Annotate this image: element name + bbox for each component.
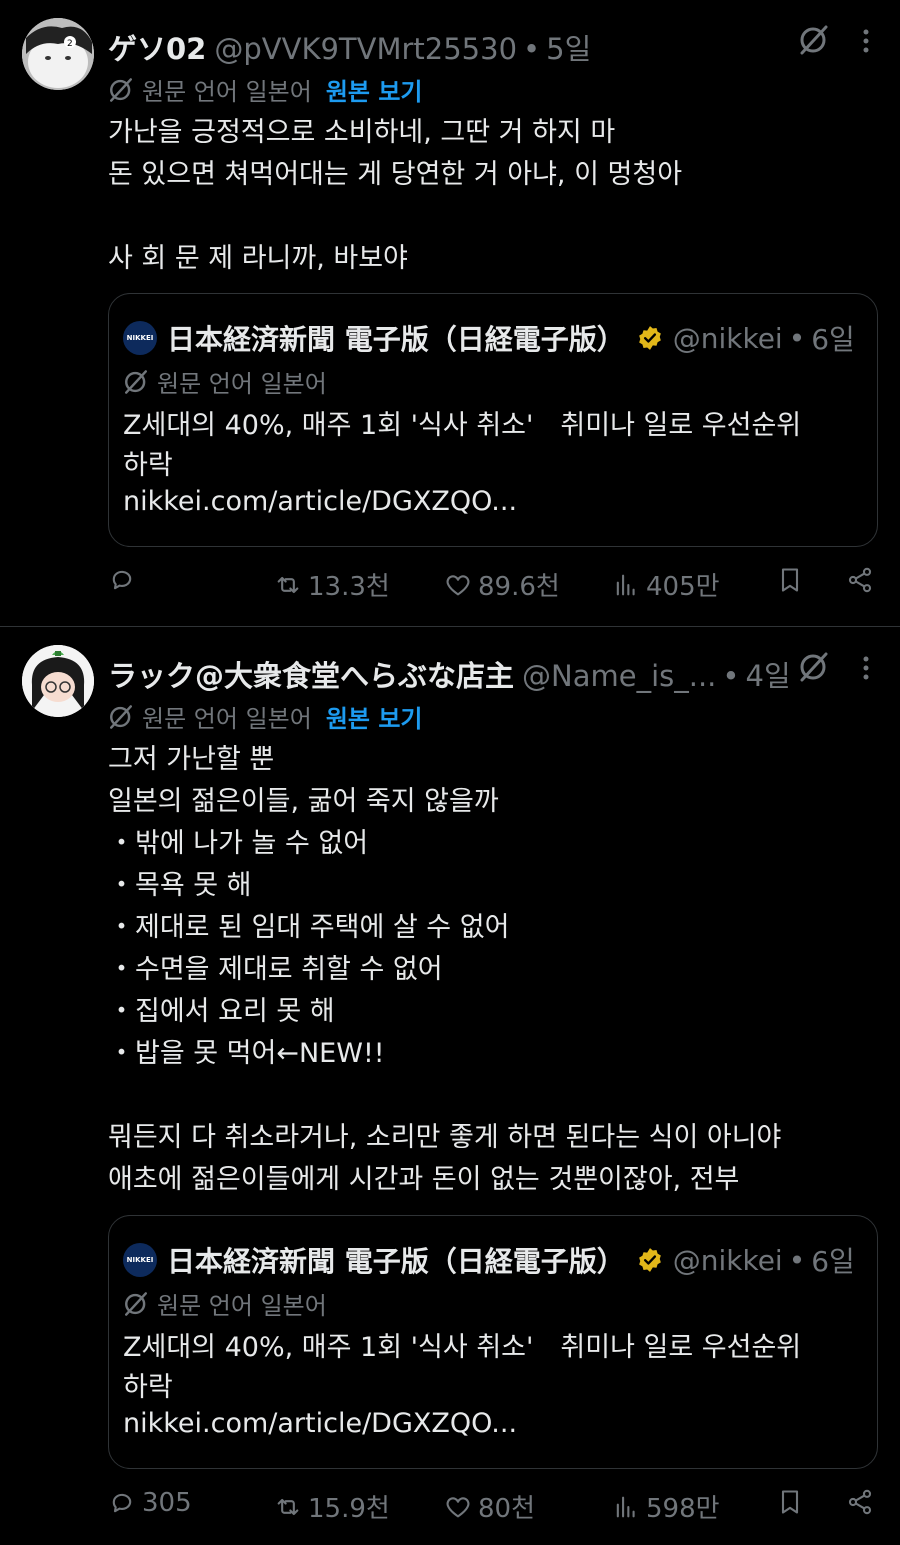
quote-handle: @nikkei	[672, 321, 783, 355]
like-count: 89.6천	[478, 572, 560, 602]
tweet-text: 그저 가난할 뿐 일본의 젊은이들, 굶어 죽지 않을까 ・밖에 나가 놀 수 …	[108, 744, 782, 1195]
bookmark-button[interactable]	[776, 1488, 804, 1516]
share-icon	[848, 567, 872, 593]
view-count: 405만	[646, 572, 720, 602]
share-button[interactable]	[846, 1488, 874, 1516]
quote-avatar: NIKKEI	[123, 1243, 157, 1277]
heart-icon	[446, 574, 470, 595]
translate-icon	[125, 369, 147, 394]
more-options-icon[interactable]	[856, 26, 876, 56]
reply-count: 305	[142, 1488, 192, 1518]
quote-translation-label: 원문 언어 일본어	[157, 1292, 327, 1320]
action-bar: 305 15.9천 80천 598만	[108, 1488, 878, 1528]
tweet[interactable]: 2 ゲソ02 @pVVK9TVMrt25530 • 5일 원문 언어 일본어 원…	[0, 0, 900, 627]
author-name[interactable]: ラック@大衆食堂へらぶな店主	[108, 653, 514, 695]
separator-dot: •	[722, 659, 740, 693]
translation-bar: 원문 언어 일본어 원본 보기	[108, 699, 423, 734]
quote-timestamp: 6일	[811, 1245, 855, 1278]
quote-link[interactable]: nikkei.com/article/DGXZQO...	[123, 486, 517, 517]
translation-label: 원문 언어 일본어	[142, 705, 312, 733]
quote-header: NIKKEI 日本経済新聞 電子版（日経電子版） @nikkei • 6일	[123, 318, 855, 358]
repost-icon	[277, 1498, 299, 1515]
tweet[interactable]: ラック@大衆食堂へらぶな店主 @Name_is_... • 4일 원문 언어 일…	[0, 627, 900, 1545]
verified-badge-icon	[638, 1248, 661, 1272]
separator-dot: •	[788, 321, 806, 355]
anime-character-icon	[22, 645, 94, 717]
separator-dot: •	[788, 1243, 806, 1277]
author-handle[interactable]: @Name_is_...	[522, 659, 716, 693]
reply-icon	[112, 570, 132, 590]
translate-icon	[125, 1291, 147, 1316]
tweet-header: ゲソ02 @pVVK9TVMrt25530 • 5일	[108, 26, 591, 68]
quote-author-name: 日本経済新聞 電子版（日経電子版）	[167, 1245, 625, 1278]
repost-count: 15.9천	[308, 1494, 390, 1524]
quoted-tweet[interactable]: NIKKEI 日本経済新聞 電子版（日経電子版） @nikkei • 6일 원문…	[108, 293, 878, 547]
avatar[interactable]: 2	[22, 18, 94, 90]
tweet-header: ラック@大衆食堂へらぶな店主 @Name_is_... • 4일	[108, 653, 791, 695]
tweet-text: 가난을 긍정적으로 소비하네, 그딴 거 하지 마 돈 있으면 쳐먹어대는 게 …	[108, 117, 683, 274]
bookmark-icon	[781, 1490, 799, 1514]
reply-icon	[112, 1493, 132, 1513]
author-handle[interactable]: @pVVK9TVMrt25530	[214, 32, 517, 66]
view-original-link[interactable]: 원본 보기	[326, 699, 423, 734]
quote-timestamp: 6일	[811, 323, 855, 356]
timestamp[interactable]: 5일	[546, 26, 591, 68]
quote-avatar-text: NIKKEI	[126, 334, 154, 342]
repost-count: 13.3천	[308, 572, 390, 602]
verified-badge-icon	[638, 326, 661, 350]
reply-button[interactable]	[108, 566, 142, 594]
quote-text: Z세대의 40%, 매주 1회 '식사 취소' 취미나 일로 우선순위 하락	[123, 1332, 802, 1403]
repost-button[interactable]: 13.3천	[274, 566, 390, 603]
translate-icon	[110, 704, 132, 729]
quote-handle: @nikkei	[672, 1243, 783, 1277]
views-button[interactable]: 405만	[612, 566, 720, 603]
quote-translation-bar: 원문 언어 일본어	[123, 1286, 327, 1321]
quote-author-name: 日本経済新聞 電子版（日経電子版）	[167, 323, 625, 356]
repost-button[interactable]: 15.9천	[274, 1488, 390, 1525]
like-button[interactable]: 80천	[444, 1488, 535, 1525]
views-chart-icon	[616, 1496, 635, 1517]
quote-translation-bar: 원문 언어 일본어	[123, 364, 327, 399]
grok-icon[interactable]	[798, 24, 830, 56]
quote-link[interactable]: nikkei.com/article/DGXZQO...	[123, 1408, 517, 1439]
heart-icon	[446, 1496, 470, 1517]
quoted-tweet[interactable]: NIKKEI 日本経済新聞 電子版（日経電子版） @nikkei • 6일 원문…	[108, 1215, 878, 1469]
quote-text: Z세대의 40%, 매주 1회 '식사 취소' 취미나 일로 우선순위 하락	[123, 410, 802, 481]
quote-header: NIKKEI 日本経済新聞 電子版（日経電子版） @nikkei • 6일	[123, 1240, 855, 1280]
bookmark-button[interactable]	[776, 566, 804, 594]
cat-photo-icon: 2	[22, 18, 94, 90]
views-chart-icon	[616, 574, 635, 595]
translation-bar: 원문 언어 일본어 원본 보기	[108, 72, 423, 107]
view-count: 598만	[646, 1494, 720, 1524]
quote-avatar: NIKKEI	[123, 321, 157, 355]
author-name[interactable]: ゲソ02	[108, 26, 206, 68]
like-button[interactable]: 89.6천	[444, 566, 560, 603]
translation-label: 원문 언어 일본어	[142, 78, 312, 106]
more-options-icon[interactable]	[856, 653, 876, 683]
grok-icon[interactable]	[798, 651, 830, 683]
timestamp[interactable]: 4일	[746, 653, 791, 695]
view-original-link[interactable]: 원본 보기	[326, 72, 423, 107]
share-button[interactable]	[846, 566, 874, 594]
like-count: 80천	[478, 1494, 536, 1524]
translate-icon	[110, 77, 132, 102]
svg-text:2: 2	[67, 39, 73, 49]
action-bar: 13.3천 89.6천 405만	[108, 566, 878, 606]
quote-translation-label: 원문 언어 일본어	[157, 370, 327, 398]
repost-icon	[277, 576, 299, 593]
quote-avatar-text: NIKKEI	[126, 1256, 154, 1264]
views-button[interactable]: 598만	[612, 1488, 720, 1525]
reply-button[interactable]: 305	[108, 1488, 192, 1518]
bookmark-icon	[781, 568, 799, 592]
separator-dot: •	[523, 32, 541, 66]
avatar[interactable]	[22, 645, 94, 717]
share-icon	[848, 1489, 872, 1515]
